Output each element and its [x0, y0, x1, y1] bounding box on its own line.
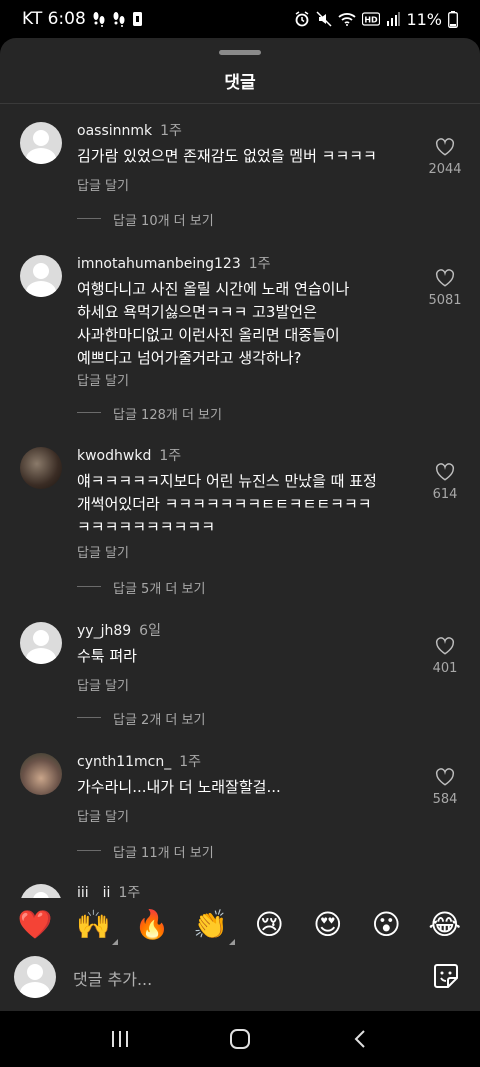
username[interactable]: yy_jh89 [77, 623, 131, 639]
my-avatar [14, 956, 56, 998]
comment-header: yy_jh89 6일 [77, 620, 161, 640]
view-more-replies[interactable]: 답글 128개 더 보기 [77, 404, 222, 423]
username[interactable]: imnotahumanbeing123 [77, 256, 241, 272]
comment-time: 1주 [248, 256, 271, 272]
divider [0, 103, 480, 104]
tears-of-joy-emoji-button[interactable]: 😂 [427, 907, 463, 943]
surprised-face-emoji-button[interactable]: 😮 [368, 907, 404, 943]
like-count: 401 [432, 661, 458, 676]
avatar[interactable] [20, 753, 62, 795]
hd-voice-icon: HD [362, 12, 381, 26]
like-count: 584 [432, 792, 458, 807]
reply-button[interactable]: 답글 달기 [77, 675, 129, 694]
drag-handle[interactable] [219, 50, 261, 55]
heart-emoji-button[interactable]: ❤️ [17, 907, 53, 943]
fire-emoji-button[interactable]: 🔥 [134, 907, 170, 943]
back-button[interactable] [340, 1019, 380, 1059]
sheet-title: 댓글 [224, 73, 256, 93]
comment-text: 가수라니...내가 더 노래잘할걸... [77, 778, 281, 796]
username[interactable]: cynth11mcn_ [77, 754, 171, 770]
like-button[interactable]: 401 [422, 637, 468, 676]
emoji-quick-bar: ❤️ 🙌 🔥 👏 😢 😍 😮 😂 [0, 898, 480, 952]
footsteps-icon [92, 11, 106, 27]
wifi-icon [338, 12, 357, 26]
like-count: 614 [432, 487, 458, 502]
comment-header: cynth11mcn_ 1주 [77, 751, 201, 771]
battery-percent: 11% [406, 9, 442, 29]
storage-icon [132, 11, 143, 27]
view-more-replies[interactable]: 답글 5개 더 보기 [76, 578, 205, 597]
comment-time: 1주 [118, 885, 141, 898]
reply-button[interactable]: 답글 달기 [77, 370, 129, 389]
skin-tone-caret-icon [111, 939, 118, 945]
alarm-icon [294, 11, 310, 27]
heart-icon [435, 637, 455, 655]
avatar[interactable] [20, 255, 62, 297]
reply-button[interactable]: 답글 달기 [77, 542, 129, 561]
like-button[interactable]: 2044 [422, 138, 468, 177]
comment-text: 여행다니고 사진 올릴 시간에 노래 연습이나 하세요 욕먹기싫으면ㅋㅋㅋ 고3… [77, 280, 350, 367]
comments-sheet: 댓글 oassinnmk 1주 김가람 있었으면 존재감도 없었을 멤버 ㅋㅋㅋㅋ… [0, 38, 480, 1011]
carrier-time: KT 6:08 [22, 9, 86, 29]
reply-button[interactable]: 답글 달기 [77, 175, 129, 194]
comment-input[interactable]: 댓글 추가... [73, 966, 152, 990]
comment-header: kwodhwkd 1주 [77, 445, 181, 465]
back-chevron-icon [354, 1030, 365, 1048]
avatar[interactable] [20, 447, 62, 489]
like-count: 2044 [428, 162, 462, 177]
view-more-replies[interactable]: 답글 2개 더 보기 [76, 709, 205, 728]
heart-icon [435, 463, 455, 481]
like-button[interactable]: 5081 [422, 269, 468, 308]
username[interactable]: oassinnmk [77, 123, 152, 139]
recents-button[interactable] [100, 1019, 140, 1059]
comment-header: iii__ii 1주 [77, 882, 140, 898]
home-icon [230, 1029, 250, 1049]
status-bar: KT 6:08 HD 11% [0, 0, 480, 38]
battery-icon [448, 10, 458, 28]
clapping-hands-emoji-button[interactable]: 👏 [193, 907, 235, 945]
home-button[interactable] [220, 1019, 260, 1059]
heart-icon [435, 269, 455, 287]
avatar[interactable] [20, 122, 62, 164]
comment-input-row: 댓글 추가... [0, 952, 480, 1011]
system-nav-bar [0, 1011, 480, 1067]
comment-text: 수툭 펴라 [77, 647, 137, 665]
like-button[interactable]: 614 [422, 463, 468, 502]
view-more-replies[interactable]: 답글 11개 더 보기 [77, 842, 214, 861]
svg-text:HD: HD [365, 16, 379, 25]
comment-text: 얘ㅋㅋㅋㅋㅋ지보다 어린 뉴진스 만났을 때 표정 개썩어있더라 ㅋㅋㅋㅋㅋㅋㅋ… [77, 472, 377, 536]
comment-header: imnotahumanbeing123 1주 [77, 253, 271, 273]
footsteps-icon [112, 11, 126, 27]
sticker-icon[interactable] [432, 962, 460, 990]
comment-time: 1주 [179, 754, 202, 770]
mute-icon [316, 11, 332, 27]
username[interactable]: kwodhwkd [77, 448, 151, 464]
raising-hands-emoji-button[interactable]: 🙌 [76, 907, 118, 945]
comment-header: oassinnmk 1주 [77, 120, 182, 140]
heart-icon [435, 768, 455, 786]
like-count: 5081 [428, 293, 462, 308]
view-more-replies[interactable]: 답글 10개 더 보기 [77, 210, 214, 229]
crying-face-emoji-button[interactable]: 😢 [251, 907, 287, 943]
heart-eyes-emoji-button[interactable]: 😍 [310, 907, 346, 943]
heart-icon [435, 138, 455, 156]
signal-icon [386, 12, 401, 26]
comment-time: 6일 [139, 623, 161, 639]
like-button[interactable]: 584 [422, 768, 468, 807]
avatar[interactable] [20, 884, 62, 898]
recents-icon [112, 1031, 128, 1047]
username[interactable]: iii__ii [77, 885, 110, 898]
avatar[interactable] [20, 622, 62, 664]
skin-tone-caret-icon [228, 939, 235, 945]
comment-time: 1주 [159, 448, 182, 464]
comment-time: 1주 [160, 123, 182, 139]
comment-item-partial: iii__ii 1주 [0, 880, 480, 898]
reply-button[interactable]: 답글 달기 [77, 806, 129, 825]
comment-text: 김가람 있었으면 존재감도 없었을 멤버 ㅋㅋㅋㅋ [77, 147, 377, 165]
